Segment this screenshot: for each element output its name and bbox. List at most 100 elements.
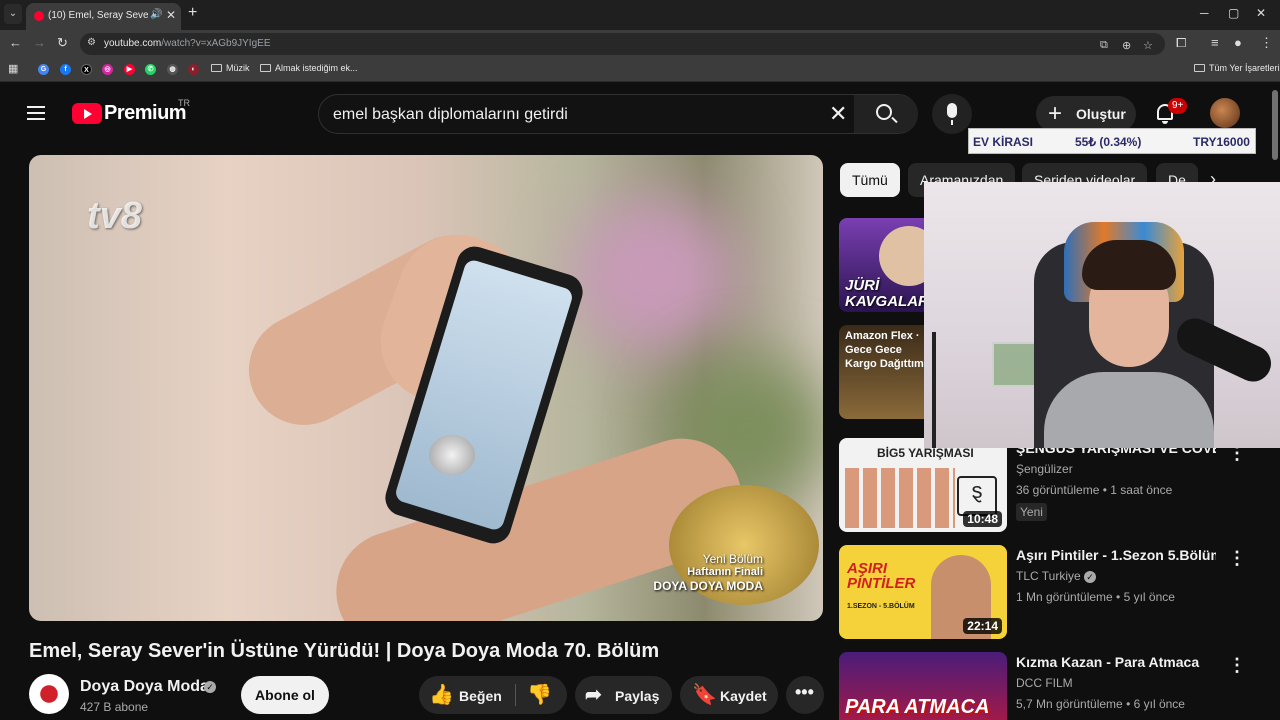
rec-thumbnail[interactable]: AŞIRI PİNTİLER 1.SEZON - 5.BÖLÜM 22:14 bbox=[839, 545, 1007, 639]
more-vertical-icon[interactable]: ⋮ bbox=[1228, 655, 1246, 676]
page-scrollbar[interactable] bbox=[1272, 90, 1278, 720]
region-code: TR bbox=[178, 98, 190, 108]
notification-badge: 9+ bbox=[1168, 98, 1188, 114]
globe-bookmark-icon[interactable]: ◍ bbox=[167, 64, 178, 75]
close-tab-icon[interactable]: ✕ bbox=[166, 8, 176, 22]
share-button[interactable]: ➦ Paylaş bbox=[575, 676, 672, 714]
chip-all[interactable]: Tümü bbox=[840, 163, 900, 197]
whatsapp-bookmark-icon[interactable]: ✆ bbox=[145, 64, 156, 75]
ticker-label: EV KİRASI bbox=[973, 135, 1034, 149]
video-title: Emel, Seray Sever'in Üstüne Yürüdü! | Do… bbox=[29, 640, 660, 662]
caption-line-2: Haftanın Finali bbox=[687, 566, 763, 578]
more-vertical-icon[interactable]: ⋮ bbox=[1228, 548, 1246, 569]
rec-title[interactable]: Kızma Kazan - Para Atmaca bbox=[1016, 654, 1216, 670]
folder-icon bbox=[1194, 64, 1205, 72]
bookmark-icon: 🔖 bbox=[692, 684, 717, 706]
google-bookmark-icon[interactable]: G bbox=[38, 64, 49, 75]
rec-thumbnail[interactable]: PARA ATMACA bbox=[839, 652, 1007, 720]
create-button[interactable]: + Oluştur bbox=[1036, 96, 1136, 132]
voice-search-button[interactable] bbox=[932, 94, 972, 134]
thumb-text: PARA ATMACA bbox=[845, 696, 990, 718]
clear-search-icon[interactable]: ✕ bbox=[829, 101, 847, 127]
back-button[interactable]: ← bbox=[9, 35, 22, 50]
search-input[interactable] bbox=[333, 104, 813, 126]
close-window-button[interactable]: ✕ bbox=[1256, 6, 1266, 20]
browser-tab-strip: ⌄ (10) Emel, Seray Sever'in Üs 🔊 ✕ + ─ ▢… bbox=[0, 0, 1280, 30]
video-player[interactable]: tv8 Yeni Bölüm Haftanın Finali DOYA DOYA… bbox=[29, 155, 823, 621]
rec-meta: 5,7 Mn görüntüleme • 6 yıl önce bbox=[1016, 697, 1185, 711]
search-box: ✕ bbox=[318, 94, 918, 134]
url-text: youtube.com/watch?v=xAGb9JYIgEE bbox=[104, 38, 271, 49]
more-actions-button[interactable]: ••• bbox=[786, 676, 824, 714]
dislike-icon[interactable]: 👎 bbox=[527, 682, 552, 707]
address-bar[interactable]: ⚙ youtube.com/watch?v=xAGb9JYIgEE ⧉ ⊕ ☆ bbox=[80, 33, 1165, 55]
extensions-icon[interactable]: ⧠ bbox=[1176, 35, 1186, 51]
youtube-favicon-icon bbox=[34, 11, 44, 21]
caption-line-1: Yeni Bölüm bbox=[702, 552, 763, 566]
profile-icon[interactable]: ● bbox=[1234, 35, 1242, 50]
logo-text[interactable]: Premium bbox=[104, 102, 187, 125]
forward-button[interactable]: → bbox=[33, 35, 46, 50]
channel-avatar[interactable] bbox=[29, 674, 69, 714]
folder-icon bbox=[211, 64, 222, 72]
thumb-text: JÜRİ KAVGALARI bbox=[845, 277, 934, 310]
rec-meta: 36 görüntüleme • 1 saat önce bbox=[1016, 483, 1173, 497]
bookmark-folder-almak[interactable]: Almak istediğim ek... bbox=[260, 63, 358, 73]
thumb-text: AŞIRI PİNTİLER bbox=[847, 560, 916, 592]
like-icon[interactable]: 👍 bbox=[429, 682, 454, 707]
rec-channel[interactable]: Şengülizer bbox=[1016, 462, 1073, 476]
webcam-overlay bbox=[924, 182, 1280, 448]
like-button-label[interactable]: Beğen bbox=[459, 688, 502, 704]
share-icon: ➦ bbox=[585, 684, 602, 706]
browser-tab[interactable]: (10) Emel, Seray Sever'in Üs 🔊 ✕ bbox=[26, 3, 181, 30]
tab-search-button[interactable]: ⌄ bbox=[4, 4, 22, 24]
rec-channel[interactable]: DCC FILM bbox=[1016, 676, 1073, 690]
bookmarks-bar: ▦ G f X ◎ ▶ ✆ ◍ ◐ Müzik Almak istediğim … bbox=[0, 58, 1280, 82]
chrome-menu-icon[interactable]: ⋮ bbox=[1260, 35, 1273, 51]
instagram-bookmark-icon[interactable]: ◎ bbox=[102, 64, 113, 75]
bookmark-folder-muzik[interactable]: Müzik bbox=[211, 63, 250, 73]
speaker-icon[interactable]: 🔊 bbox=[150, 9, 162, 20]
ticker-value: TRY16000 bbox=[1193, 135, 1250, 149]
duration: 22:14 bbox=[963, 618, 1002, 634]
bookmark-star-icon[interactable]: ☆ bbox=[1143, 39, 1153, 52]
zoom-icon[interactable]: ⊕ bbox=[1122, 39, 1131, 52]
rec-title[interactable]: Aşırı Pintiler - 1.Sezon 5.Bölüm bbox=[1016, 547, 1216, 563]
thumb-subtext: 1.SEZON - 5.BÖLÜM bbox=[847, 603, 915, 610]
new-tab-button[interactable]: + bbox=[188, 4, 197, 22]
channel-name[interactable]: Doya Doya Moda bbox=[80, 678, 209, 696]
thumb-text: Amazon Flex · Gece Gece Kargo Dağıttım bbox=[845, 330, 924, 370]
all-bookmarks[interactable]: Tüm Yer İşaretleri bbox=[1194, 63, 1280, 73]
subscribe-button[interactable]: Abone ol bbox=[241, 676, 329, 714]
rec-channel[interactable]: TLC Turkiye ✓ bbox=[1016, 569, 1097, 583]
reload-button[interactable]: ↻ bbox=[57, 35, 68, 51]
media-controls-icon[interactable]: ≡ bbox=[1211, 35, 1219, 50]
browser-toolbar: ← → ↻ ⚙ youtube.com/watch?v=xAGb9JYIgEE … bbox=[0, 30, 1280, 58]
maximize-button[interactable]: ▢ bbox=[1228, 6, 1239, 20]
install-app-icon[interactable]: ⧉ bbox=[1100, 39, 1108, 52]
search-button[interactable] bbox=[854, 95, 918, 133]
minimize-button[interactable]: ─ bbox=[1200, 6, 1209, 20]
like-dislike-group: 👍 Beğen 👎 bbox=[419, 676, 567, 714]
subscriber-count: 427 B abone bbox=[80, 700, 149, 714]
extra-bookmark-icon[interactable]: ◐ bbox=[188, 64, 199, 75]
rec-thumbnail[interactable]: BİG5 YARIŞMASI ȿ 10:48 bbox=[839, 438, 1007, 532]
price-ticker-overlay: EV KİRASI 55₺ (0.34%) TRY16000 bbox=[968, 128, 1256, 154]
caption-line-3: DOYA DOYA MODA bbox=[653, 579, 763, 593]
duration: 10:48 bbox=[963, 511, 1002, 527]
site-info-icon[interactable]: ⚙ bbox=[87, 37, 96, 48]
channel-watermark: tv8 bbox=[87, 195, 142, 237]
tab-title: (10) Emel, Seray Sever'in Üs bbox=[48, 10, 148, 21]
x-bookmark-icon[interactable]: X bbox=[81, 64, 92, 75]
menu-icon[interactable] bbox=[27, 106, 45, 120]
facebook-bookmark-icon[interactable]: f bbox=[60, 64, 71, 75]
youtube-bookmark-icon[interactable]: ▶ bbox=[124, 64, 135, 75]
rec-meta: 1 Mn görüntüleme • 5 yıl önce bbox=[1016, 590, 1175, 604]
youtube-logo-icon[interactable] bbox=[72, 103, 102, 124]
more-horizontal-icon: ••• bbox=[795, 682, 814, 702]
thumb-text: BİG5 YARIŞMASI bbox=[877, 446, 974, 460]
account-avatar[interactable] bbox=[1210, 98, 1240, 128]
apps-grid-icon[interactable]: ▦ bbox=[8, 62, 18, 75]
microphone-icon bbox=[947, 103, 957, 118]
save-button[interactable]: 🔖 Kaydet bbox=[680, 676, 778, 714]
